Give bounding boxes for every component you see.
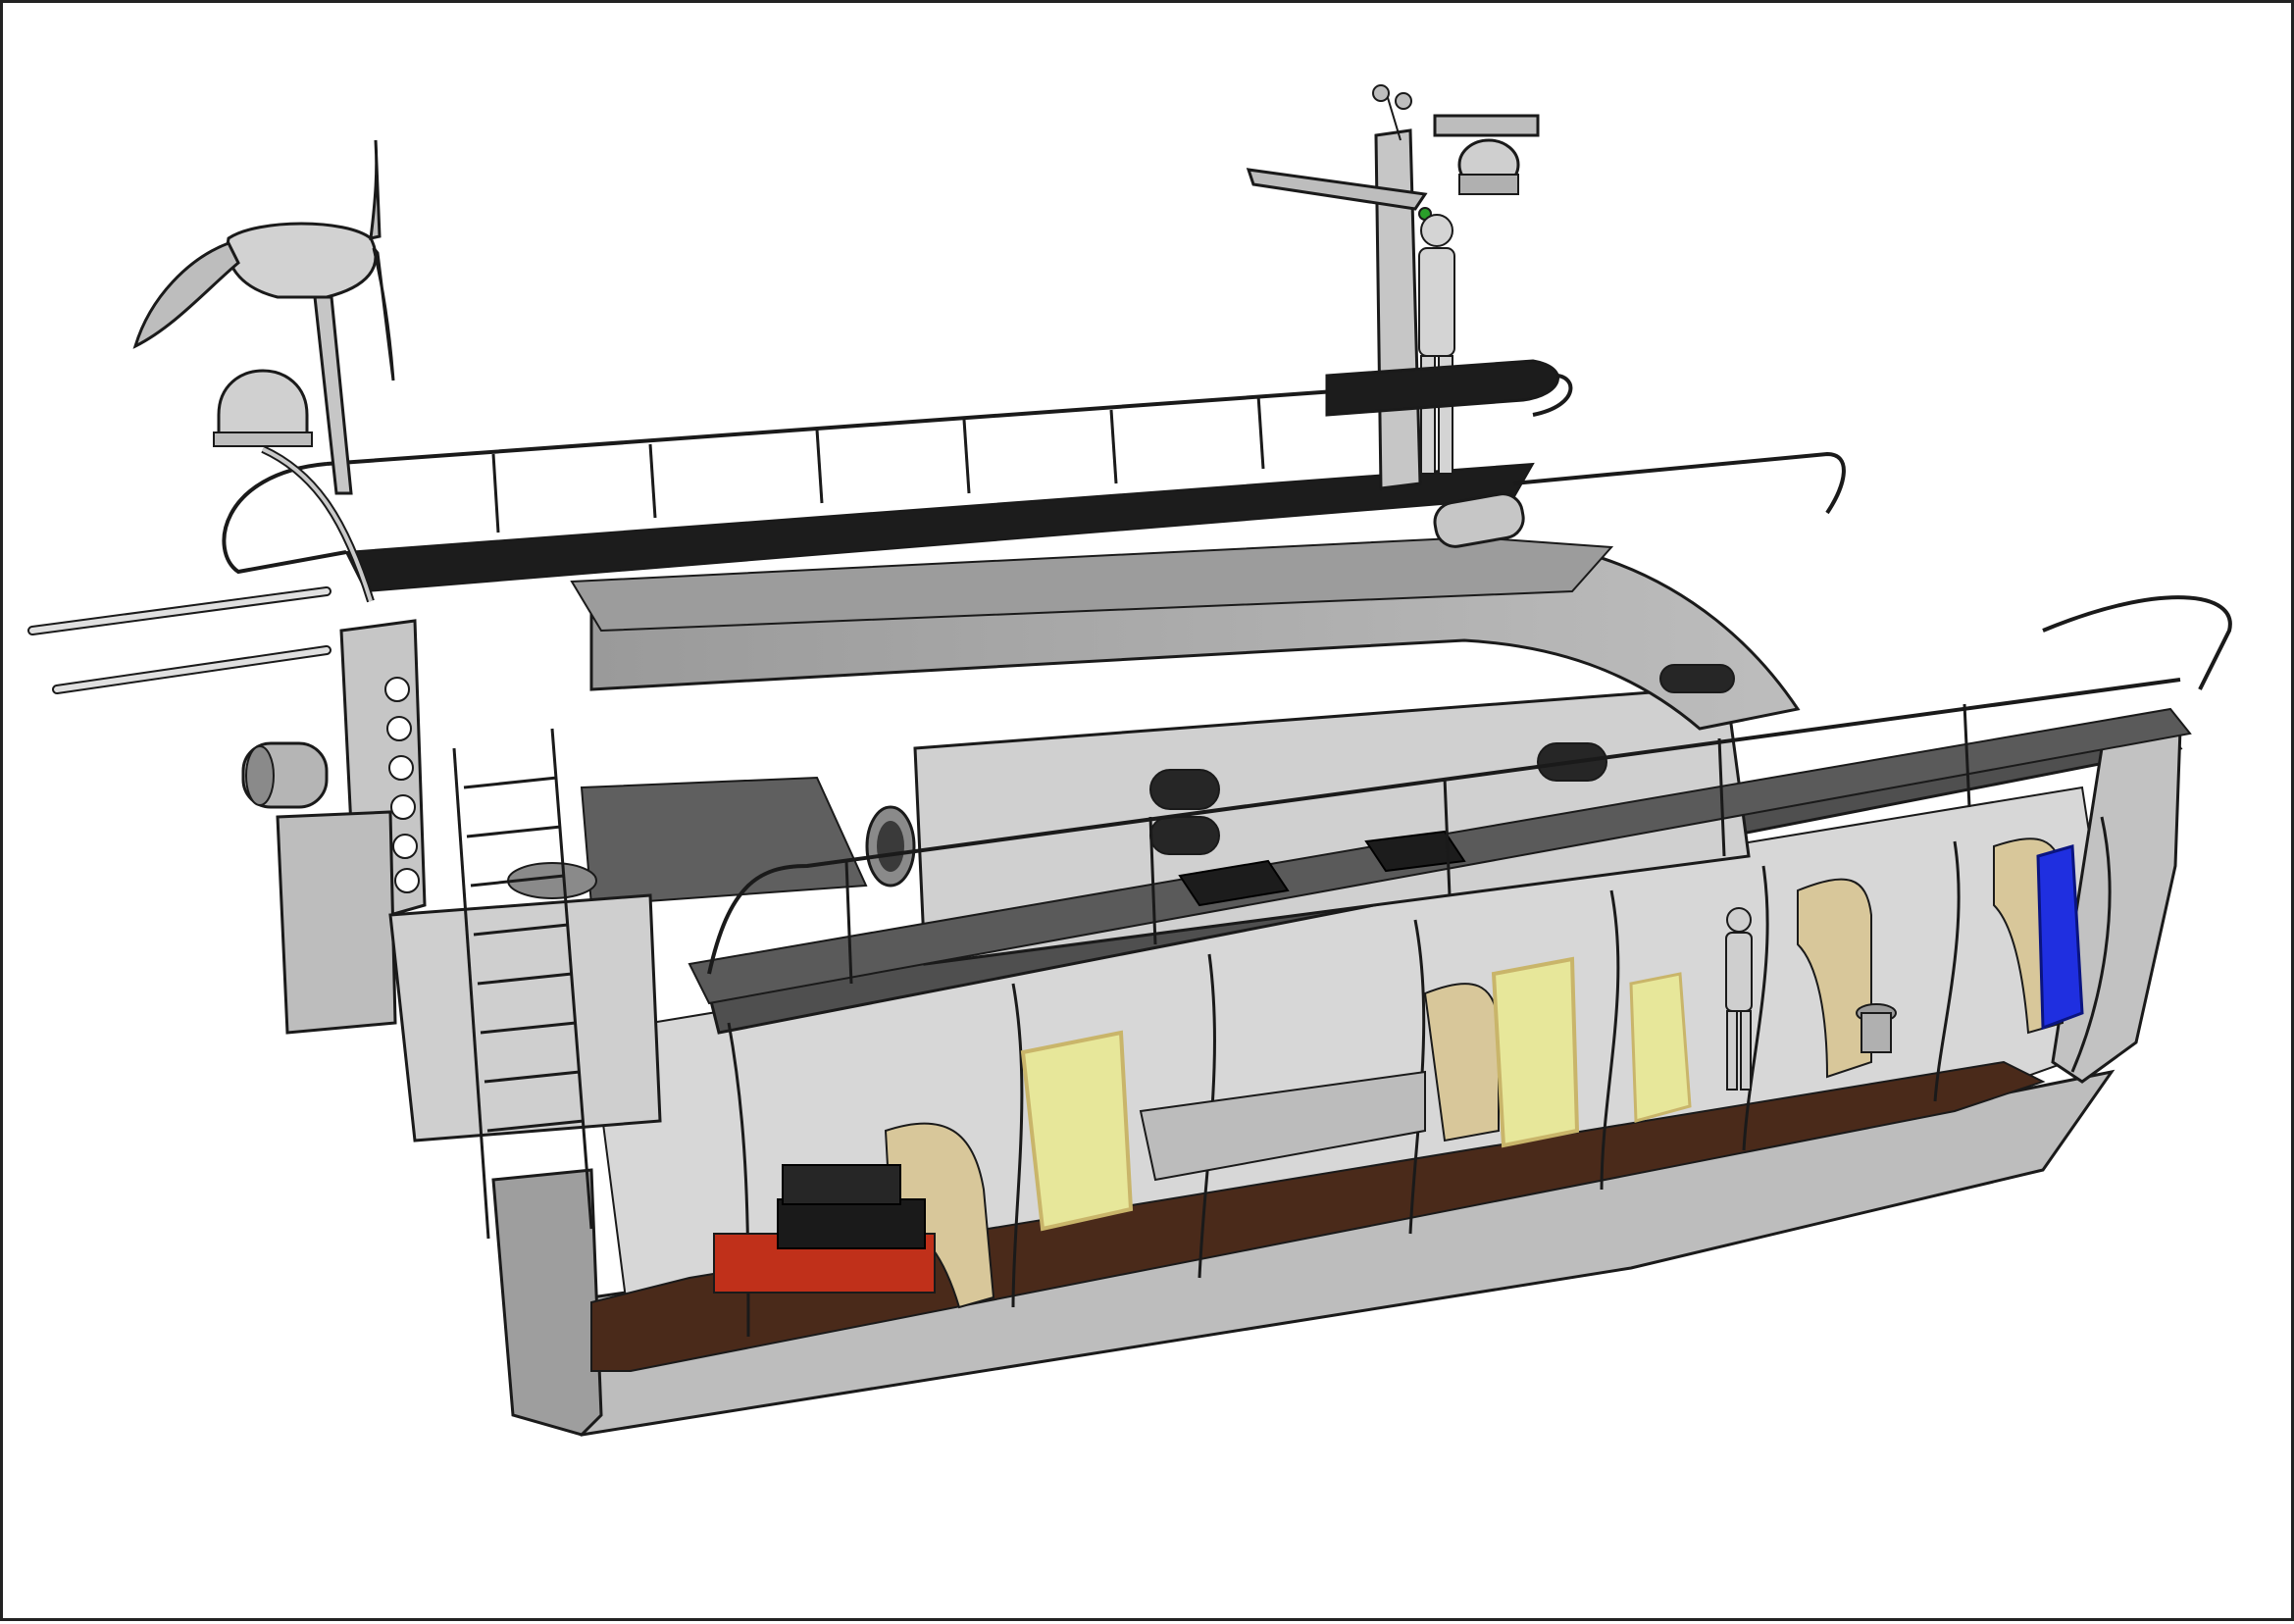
- cabinet-1: [1020, 1030, 1134, 1232]
- human-figure-icon: [1418, 214, 1455, 475]
- stern-locker: [276, 810, 397, 1035]
- arch-hole: [386, 716, 412, 741]
- stern-cylinder: [241, 741, 329, 809]
- mast: [1374, 128, 1422, 490]
- figure-frame: [0, 0, 2294, 1621]
- battery-icon: [777, 1198, 926, 1249]
- battery-icon: [782, 1164, 901, 1205]
- stern-platform: [388, 893, 662, 1142]
- stern-structure: [27, 586, 662, 1240]
- davit: [29, 588, 330, 634]
- turbine-blade: [372, 247, 395, 381]
- cabin-window: [1659, 664, 1735, 693]
- roof-railing-stern: [222, 462, 347, 575]
- bow-railing: [2042, 595, 2232, 690]
- mast-platform: [1325, 359, 1559, 417]
- arch-hole: [392, 834, 418, 859]
- toilet-icon: [1856, 1003, 1897, 1053]
- turbine-nacelle: [226, 222, 378, 299]
- porthole-icon: [865, 805, 916, 888]
- cabin-window: [1149, 769, 1220, 810]
- hull-stern: [491, 1168, 603, 1437]
- turbine-blade: [369, 139, 382, 240]
- cockpit: [580, 776, 868, 907]
- radar-icon: [1433, 114, 1540, 195]
- arch-hole: [384, 677, 410, 702]
- turbine-blade: [132, 241, 240, 349]
- boat-cutaway-scene: [27, 84, 2232, 1437]
- arch-hole: [394, 868, 420, 893]
- arch-hole: [390, 794, 416, 820]
- cabinet-2: [1491, 956, 1580, 1148]
- foredeck-railing: [1512, 451, 1846, 515]
- arch-hole: [388, 755, 414, 781]
- cabin-window: [1149, 816, 1220, 855]
- cabinet-stairs: [1629, 972, 1692, 1123]
- dome-bracket: [261, 445, 375, 603]
- davit: [54, 647, 330, 692]
